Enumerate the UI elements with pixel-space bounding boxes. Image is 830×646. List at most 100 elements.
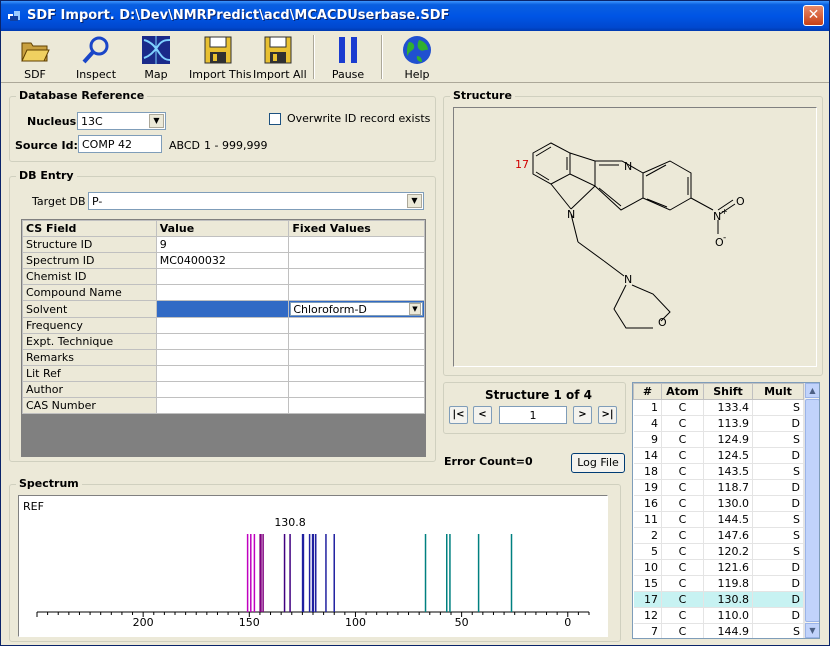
shift-row[interactable]: 9 C 124.9 S bbox=[633, 431, 804, 448]
help-label: Help bbox=[404, 68, 430, 81]
shift-number: 14 bbox=[633, 447, 662, 464]
shift-row[interactable]: 10 C 121.6 D bbox=[633, 559, 804, 576]
shift-row[interactable]: 18 C 143.5 S bbox=[633, 463, 804, 480]
chevron-down-icon[interactable]: ▼ bbox=[409, 303, 421, 315]
field-value[interactable] bbox=[155, 284, 290, 301]
pause-button[interactable]: Pause bbox=[327, 33, 369, 81]
table-row[interactable]: Author bbox=[22, 381, 425, 398]
field-fixed[interactable] bbox=[288, 317, 425, 334]
shift-header-mult: Mult bbox=[752, 383, 804, 400]
import-this-button[interactable]: Import This bbox=[189, 33, 252, 81]
shift-row[interactable]: 12 C 110.0 D bbox=[633, 607, 804, 624]
field-value[interactable]: 9 bbox=[155, 236, 290, 253]
target-db-select[interactable]: P- ▼ bbox=[88, 192, 424, 210]
scroll-up-icon[interactable]: ▲ bbox=[805, 383, 819, 398]
field-value[interactable] bbox=[155, 349, 290, 366]
structure-viewer[interactable]: 17 N N N + O O - N O bbox=[453, 107, 817, 367]
field-value[interactable]: MC0400032 bbox=[155, 252, 290, 269]
source-id-input[interactable]: COMP 42 bbox=[78, 135, 162, 153]
table-row[interactable]: Expt. Technique bbox=[22, 333, 425, 350]
first-structure-button[interactable]: |< bbox=[449, 406, 468, 424]
shift-row[interactable]: 5 C 120.2 S bbox=[633, 543, 804, 560]
field-fixed[interactable] bbox=[288, 365, 425, 382]
shift-row[interactable]: 4 C 113.9 D bbox=[633, 415, 804, 432]
nucleus-select[interactable]: 13C ▼ bbox=[77, 112, 166, 130]
log-file-button[interactable]: Log File bbox=[571, 453, 625, 473]
structure-index-input[interactable]: 1 bbox=[499, 406, 567, 424]
inspect-button[interactable]: Inspect bbox=[73, 33, 119, 81]
scroll-down-icon[interactable]: ▼ bbox=[805, 623, 819, 638]
field-value[interactable] bbox=[155, 365, 290, 382]
overwrite-checkbox[interactable] bbox=[269, 113, 281, 125]
scroll-thumb[interactable] bbox=[805, 399, 819, 622]
field-name: Frequency bbox=[22, 317, 157, 334]
next-structure-button[interactable]: > bbox=[573, 406, 592, 424]
table-row[interactable]: Frequency bbox=[22, 317, 425, 334]
db-entry-legend: DB Entry bbox=[16, 169, 77, 182]
solvent-fixed-value: Chloroform-D bbox=[293, 303, 367, 316]
field-value[interactable] bbox=[155, 397, 290, 414]
field-value[interactable] bbox=[155, 333, 290, 350]
table-row[interactable]: Remarks bbox=[22, 349, 425, 366]
field-fixed[interactable] bbox=[288, 252, 425, 269]
shift-row[interactable]: 2 C 147.6 S bbox=[633, 527, 804, 544]
chevron-down-icon[interactable]: ▼ bbox=[149, 114, 164, 128]
field-value[interactable] bbox=[155, 381, 290, 398]
axis-tick-label: 200 bbox=[133, 616, 154, 629]
shift-row[interactable]: 15 C 119.8 D bbox=[633, 575, 804, 592]
table-row[interactable]: CAS Number bbox=[22, 397, 425, 414]
table-row[interactable]: Spectrum ID MC0400032 bbox=[22, 252, 425, 269]
field-fixed[interactable] bbox=[288, 236, 425, 253]
chevron-down-icon[interactable]: ▼ bbox=[407, 194, 422, 208]
shift-table[interactable]: # Atom Shift Mult 1 C 133.4 S 4 C 113.9 D 9 C 124.… bbox=[632, 382, 820, 639]
field-fixed[interactable] bbox=[288, 349, 425, 366]
shift-row[interactable]: 16 C 130.0 D bbox=[633, 495, 804, 512]
atom-label-n: N bbox=[624, 160, 632, 173]
source-id-range: 1 - 999,999 bbox=[204, 139, 268, 152]
field-value[interactable] bbox=[155, 268, 290, 285]
import-this-label: Import This bbox=[189, 68, 252, 81]
pause-icon bbox=[339, 37, 357, 63]
spectrum-viewer[interactable]: REF 130.8 200 150 100 50 0 bbox=[18, 495, 608, 637]
shift-atom: C bbox=[661, 399, 704, 416]
shift-row[interactable]: 11 C 144.5 S bbox=[633, 511, 804, 528]
field-fixed[interactable] bbox=[288, 397, 425, 414]
prev-structure-button[interactable]: < bbox=[473, 406, 492, 424]
table-row[interactable]: Compound Name bbox=[22, 284, 425, 301]
field-fixed[interactable] bbox=[288, 333, 425, 350]
table-row[interactable]: Chemist ID bbox=[22, 268, 425, 285]
import-all-button[interactable]: Import All bbox=[253, 33, 307, 81]
cs-field-grid[interactable]: CS Field Value Fixed Values Structure ID… bbox=[21, 219, 426, 457]
last-structure-button[interactable]: >| bbox=[598, 406, 617, 424]
import-all-label: Import All bbox=[253, 68, 307, 81]
shift-mult: D bbox=[752, 415, 804, 432]
shift-row[interactable]: 19 C 118.7 D bbox=[633, 479, 804, 496]
charge-minus-label: - bbox=[723, 233, 726, 243]
shift-atom: C bbox=[661, 607, 704, 624]
field-value[interactable] bbox=[155, 317, 290, 334]
field-fixed[interactable] bbox=[288, 268, 425, 285]
table-row[interactable]: Lit Ref bbox=[22, 365, 425, 382]
shift-row[interactable]: 14 C 124.5 D bbox=[633, 447, 804, 464]
table-row[interactable]: Structure ID 9 bbox=[22, 236, 425, 253]
solvent-fixed-select[interactable]: Chloroform-D ▼ bbox=[288, 300, 425, 318]
field-fixed[interactable] bbox=[288, 284, 425, 301]
charge-plus-label: + bbox=[721, 207, 728, 216]
shift-mult: D bbox=[752, 607, 804, 624]
floppy-disk-icon bbox=[264, 36, 292, 64]
shift-row[interactable]: 1 C 133.4 S bbox=[633, 399, 804, 416]
shift-table-scrollbar[interactable]: ▲ ▼ bbox=[804, 383, 819, 638]
shift-row[interactable]: 17 C 130.8 D bbox=[633, 591, 804, 608]
shift-row[interactable]: 7 C 144.9 S bbox=[633, 623, 804, 638]
globe-icon bbox=[403, 36, 431, 64]
table-row-selected[interactable]: Solvent Chloroform-D ▼ bbox=[22, 300, 425, 318]
field-name: Compound Name bbox=[22, 284, 157, 301]
sdf-button[interactable]: SDF bbox=[15, 33, 55, 81]
field-name: Solvent bbox=[22, 300, 157, 318]
help-button[interactable]: Help bbox=[397, 33, 437, 81]
close-button[interactable]: ✕ bbox=[803, 5, 824, 26]
map-button[interactable]: Map bbox=[135, 33, 177, 81]
field-value[interactable] bbox=[155, 300, 290, 318]
field-fixed[interactable] bbox=[288, 381, 425, 398]
shift-atom: C bbox=[661, 463, 704, 480]
